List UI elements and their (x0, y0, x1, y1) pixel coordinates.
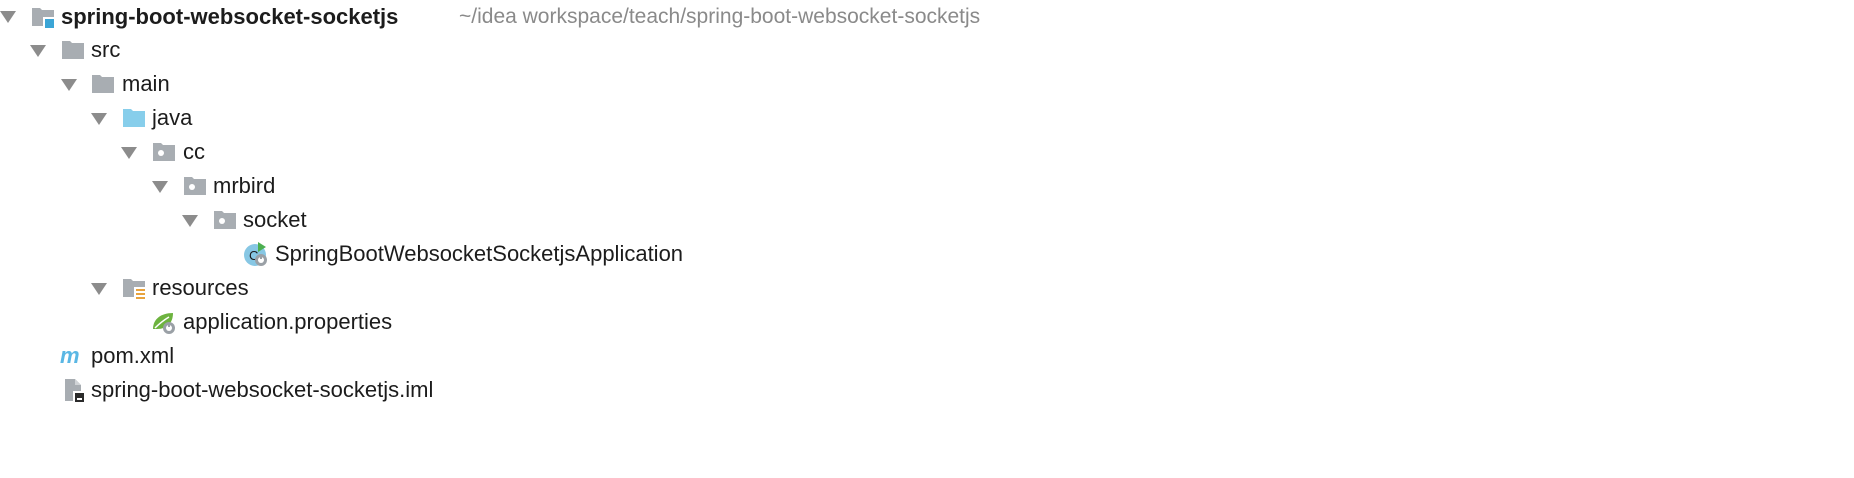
tree-row-mrbird[interactable]: mrbird (0, 169, 1854, 203)
tree-item-label: java (152, 105, 193, 130)
tree-item-label: spring-boot-websocket-socketjs.iml (91, 377, 434, 402)
tree-item-label: mrbird (213, 173, 276, 198)
tree-row-application-class[interactable]: C SpringBootWebsocketSocketjsApplication (0, 237, 1854, 271)
folder-icon (60, 37, 86, 63)
expand-arrow-icon[interactable] (152, 181, 168, 193)
expand-arrow-icon[interactable] (121, 147, 137, 159)
expand-arrow-icon[interactable] (91, 283, 107, 295)
module-folder-icon (30, 4, 56, 30)
root-project-path: ~/idea workspace/teach/spring-boot-webso… (459, 5, 981, 28)
tree-item-label: resources (152, 275, 249, 300)
tree-item-label: application.properties (183, 309, 393, 334)
package-icon (212, 207, 238, 233)
tree-item-label: pom.xml (91, 343, 175, 368)
tree-row-resources[interactable]: resources (0, 271, 1854, 305)
tree-row-iml[interactable]: spring-boot-websocket-socketjs.iml (0, 373, 1854, 407)
tree-row-pom[interactable]: m pom.xml (0, 339, 1854, 373)
tree-item-label: SpringBootWebsocketSocketjsApplication (275, 241, 684, 266)
tree-row-java[interactable]: java (0, 101, 1854, 135)
expand-arrow-icon[interactable] (182, 215, 198, 227)
tree-row-main[interactable]: main (0, 67, 1854, 101)
tree-row-root[interactable]: spring-boot-websocket-socketjs ~/idea wo… (0, 0, 1854, 33)
resources-folder-icon (121, 275, 147, 301)
expand-arrow-icon[interactable] (30, 45, 46, 57)
iml-file-icon (60, 377, 86, 403)
tree-row-cc[interactable]: cc (0, 135, 1854, 169)
expand-arrow-icon[interactable] (91, 113, 107, 125)
folder-icon (90, 71, 116, 97)
tree-item-label: socket (243, 207, 307, 232)
root-project-name: spring-boot-websocket-socketjs (61, 4, 399, 29)
tree-row-src[interactable]: src (0, 33, 1854, 67)
tree-item-label: cc (183, 139, 205, 164)
tree-item-label: src (91, 37, 121, 62)
tree-row-application-properties[interactable]: application.properties (0, 305, 1854, 339)
source-folder-icon (121, 105, 147, 131)
tree-row-socket[interactable]: socket (0, 203, 1854, 237)
spring-boot-class-icon: C (243, 241, 269, 267)
expand-arrow-icon[interactable] (0, 11, 16, 23)
spring-properties-icon (151, 309, 177, 335)
expand-arrow-icon[interactable] (61, 79, 77, 91)
project-tree: spring-boot-websocket-socketjs ~/idea wo… (0, 0, 1854, 407)
package-icon (151, 139, 177, 165)
package-icon (182, 173, 208, 199)
svg-text:m: m (60, 343, 80, 368)
tree-item-label: main (122, 71, 170, 96)
maven-icon: m (60, 343, 86, 369)
